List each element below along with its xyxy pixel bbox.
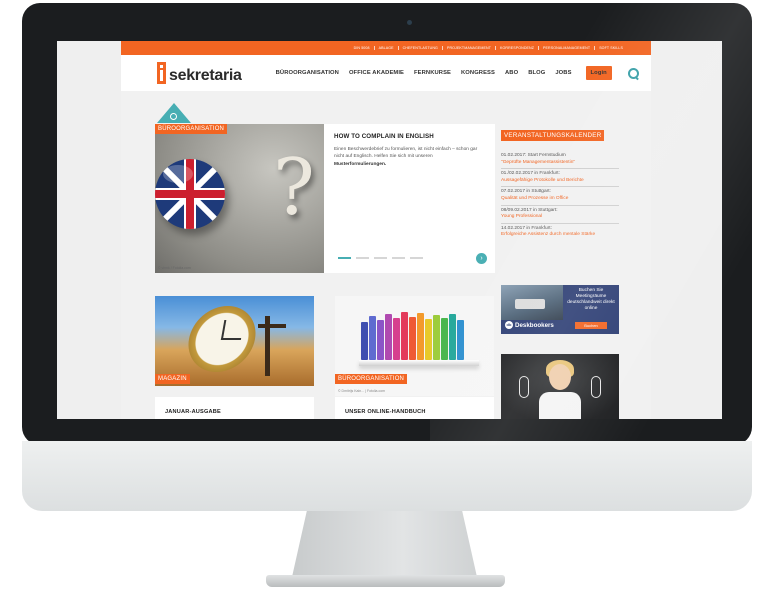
- calendar-event: 07.02.2017 in Stuttgart: Qualität und Pr…: [501, 187, 619, 206]
- calendar-event: 08/09.02.2017 in Stuttgart: Young Profes…: [501, 206, 619, 224]
- nav-item-buroorganisation[interactable]: BÜROORGANISATION: [276, 70, 339, 76]
- category-badge[interactable]: BÜROORGANISATION: [155, 124, 228, 134]
- meeting-room-photo: [501, 285, 563, 320]
- calendar-event: 01./02.02.2017 in Frankfurt: Aussagefähi…: [501, 169, 619, 188]
- handbook-card-image[interactable]: [335, 296, 494, 386]
- main-nav: BÜROORGANISATION OFFICE AKADEMIE FERNKUR…: [276, 66, 639, 80]
- calendar-event: 01.02.2017: Start Fernstudium "Geprüfte …: [501, 151, 619, 170]
- handbook-card-title[interactable]: UNSER ONLINE-HANDBUCH: [335, 397, 494, 419]
- question-mark-icon: ?: [273, 143, 315, 233]
- slider-dot[interactable]: [356, 256, 369, 259]
- nav-item-jobs[interactable]: JOBS: [555, 70, 571, 76]
- person-body: [539, 392, 581, 419]
- slider-dots: [338, 256, 423, 259]
- site-header: sekretaria BÜROORGANISATION OFFICE AKADE…: [121, 55, 651, 91]
- melting-clock: [183, 306, 261, 372]
- event-link[interactable]: Qualität und Prozesse im Office: [501, 196, 619, 203]
- info-icon: [157, 62, 166, 84]
- slider-dot[interactable]: [392, 256, 405, 259]
- event-link[interactable]: Erfolgreiche Assistenz durch mentale Stä…: [501, 232, 619, 239]
- event-calendar: VERANSTALTUNGSKALENDER 01.02.2017: Start…: [501, 124, 619, 241]
- search-icon[interactable]: [627, 67, 639, 79]
- union-jack-ball: [155, 159, 225, 229]
- monitor-chin: [22, 441, 752, 511]
- slider-dot[interactable]: [338, 256, 351, 259]
- category-badge[interactable]: MAGAZIN: [155, 374, 190, 384]
- image-credit: © Dmitrijs Kaln... | Fotolia.com: [335, 386, 494, 396]
- magazine-card-title[interactable]: JANUAR-AUSGABE: [155, 397, 314, 419]
- chalk-arm: [519, 376, 529, 398]
- chalk-arm: [591, 376, 601, 398]
- slider-dot[interactable]: [410, 256, 423, 259]
- image-credit: © vinnk / Fotolia.com: [158, 266, 191, 270]
- slider-dot[interactable]: [374, 256, 387, 259]
- nav-item-blog[interactable]: BLOG: [528, 70, 545, 76]
- topic-link[interactable]: PERSONALMANAGEMENT: [538, 46, 594, 50]
- feature-body: Einen Beschwerdebrief zu formulieren, is…: [334, 147, 478, 167]
- person-head: [549, 364, 571, 390]
- deskbookers-logo-icon: db: [505, 321, 513, 329]
- monitor-base: [266, 575, 505, 587]
- nav-item-office-akademie[interactable]: OFFICE AKADEMIE: [349, 70, 404, 76]
- strong-woman-ad[interactable]: [501, 354, 619, 419]
- signpost-arm: [258, 324, 286, 328]
- nav-item-kongress[interactable]: KONGRESS: [461, 70, 495, 76]
- bookshelf: [359, 360, 479, 366]
- ad-text: Buchen Sie Meetingräume deutschlandweit …: [567, 288, 615, 311]
- feature-teaser: HOW TO COMPLAIN IN ENGLISH Einen Beschwe…: [324, 124, 495, 273]
- ad-book-button[interactable]: Buchen: [575, 322, 607, 329]
- event-link[interactable]: Young Professional: [501, 214, 619, 221]
- topic-link[interactable]: PROJEKTMANAGEMENT: [441, 46, 495, 50]
- calendar-title: VERANSTALTUNGSKALENDER: [501, 130, 605, 141]
- info-icon: [170, 113, 177, 120]
- nav-item-fernkurse[interactable]: FERNKURSE: [414, 70, 451, 76]
- calendar-event: 14.02.2017 in Frankfurt: Erfolgreiche As…: [501, 224, 619, 241]
- chevron-right-icon[interactable]: ›: [476, 253, 487, 264]
- event-link[interactable]: Aussagefähige Protokolle und Berichte: [501, 178, 619, 185]
- nav-item-abo[interactable]: ABO: [505, 70, 518, 76]
- topic-link[interactable]: ABLAGE: [373, 46, 398, 50]
- feature-image[interactable]: ? © vinnk / Fotolia.com: [155, 124, 324, 273]
- event-date: 01./02.02.2017 in Frankfurt:: [501, 171, 560, 177]
- topic-link[interactable]: CHEFENTLASTUNG: [397, 46, 442, 50]
- feature-body-bold: Musterformulierungen.: [334, 161, 387, 167]
- magazine-card-image[interactable]: [155, 296, 314, 386]
- topic-link[interactable]: KORRESPONDENZ: [494, 46, 538, 50]
- logo-text: sekretaria: [169, 67, 242, 84]
- topic-link[interactable]: DIN 5008: [350, 46, 374, 50]
- topic-bar: DIN 5008 ABLAGE CHEFENTLASTUNG PROJEKTMA…: [121, 41, 651, 55]
- event-date: 01.02.2017: Start Fernstudium: [501, 153, 566, 158]
- imac-mockup: DIN 5008 ABLAGE CHEFENTLASTUNG PROJEKTMA…: [0, 0, 759, 590]
- feature-title[interactable]: HOW TO COMPLAIN IN ENGLISH: [334, 133, 485, 140]
- screen: DIN 5008 ABLAGE CHEFENTLASTUNG PROJEKTMA…: [57, 41, 722, 419]
- logo[interactable]: sekretaria: [157, 62, 242, 84]
- login-button[interactable]: Login: [585, 66, 612, 80]
- ad-brand: db Deskbookers: [505, 321, 554, 329]
- monitor-stand: [292, 511, 477, 577]
- ad-brand-name: Deskbookers: [515, 321, 554, 329]
- event-date: 07.02.2017 in Stuttgart:: [501, 189, 551, 195]
- topic-link[interactable]: SOFT SKILLS: [594, 46, 627, 50]
- category-badge[interactable]: BÜROORGANISATION: [335, 374, 408, 384]
- website: DIN 5008 ABLAGE CHEFENTLASTUNG PROJEKTMA…: [121, 41, 651, 419]
- deskbookers-ad[interactable]: Buchen Sie Meetingräume deutschlandweit …: [501, 285, 619, 334]
- event-link[interactable]: "Geprüfte Managementassistentin": [501, 160, 619, 167]
- camera-icon: [407, 20, 412, 25]
